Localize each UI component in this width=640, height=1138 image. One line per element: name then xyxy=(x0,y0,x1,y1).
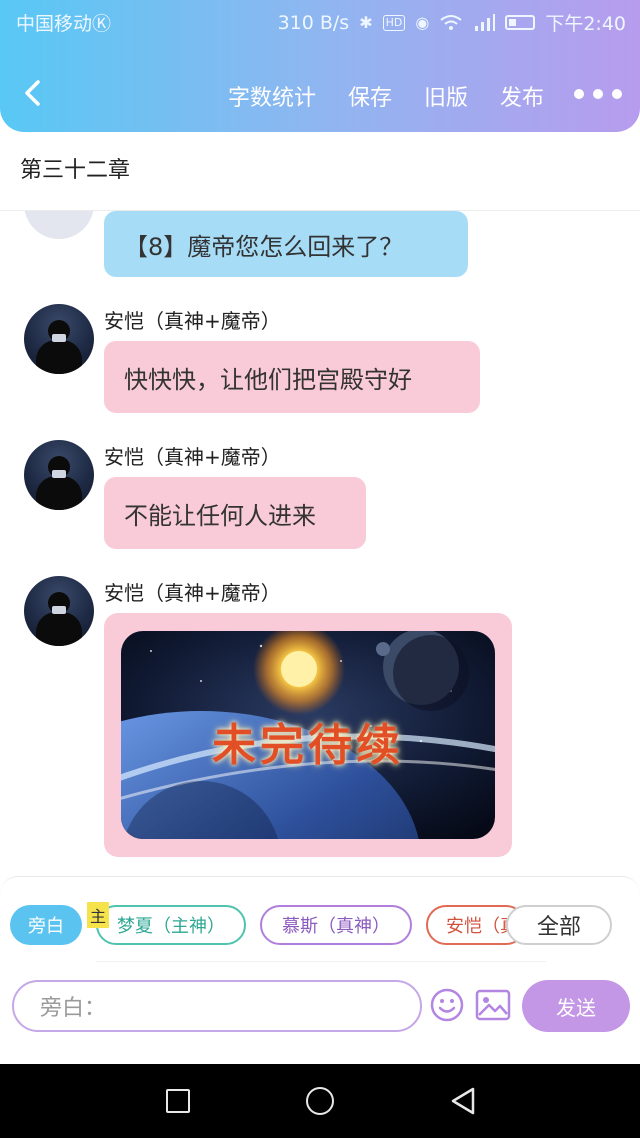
old-version-button[interactable]: 旧版 xyxy=(424,80,468,112)
all-roles-button[interactable]: 全部 xyxy=(506,905,612,945)
sender-name: 安恺（真神+魔帝） xyxy=(104,581,281,605)
divider xyxy=(96,961,546,962)
avatar[interactable] xyxy=(24,576,94,646)
carrier-badge: Ⓚ xyxy=(92,13,112,35)
nav-bar: 字数统计 保存 旧版 发布 xyxy=(0,66,640,126)
message-input[interactable]: 旁白： xyxy=(12,980,422,1032)
chapter-title: 第三十二章 xyxy=(20,158,131,183)
message-image[interactable]: 未完待续 xyxy=(121,631,495,839)
system-nav-bar xyxy=(0,1064,640,1138)
message-bubble[interactable]: 快快快，让他们把宫殿守好 xyxy=(104,341,480,413)
signal-icon xyxy=(475,13,496,31)
role-chip[interactable]: 慕斯（真神） xyxy=(260,905,412,945)
sender-name: 安恺（真神+魔帝） xyxy=(104,445,281,469)
image-caption: 未完待续 xyxy=(212,720,404,771)
word-count-button[interactable]: 字数统计 xyxy=(228,80,316,112)
network-speed: 310 B/s xyxy=(277,11,350,34)
eye-icon: ◉ xyxy=(415,13,430,32)
image-message-bubble[interactable]: 未完待续 xyxy=(104,613,512,857)
hd-icon: HD xyxy=(382,14,406,31)
recent-apps-icon[interactable] xyxy=(166,1089,190,1113)
nav-actions: 字数统计 保存 旧版 发布 xyxy=(228,80,544,112)
host-tag: 主 xyxy=(87,902,109,928)
home-icon[interactable] xyxy=(306,1087,334,1115)
image-icon[interactable] xyxy=(475,989,511,1021)
carrier-name: 中国移动 xyxy=(16,13,93,35)
message-bubble[interactable]: 【8】魔帝您怎么回来了？ xyxy=(104,211,468,277)
status-time: 下午2:40 xyxy=(545,13,626,35)
status-bar: 中国移动Ⓚ 310 B/s ✱ HD ◉ 下午2:40 xyxy=(0,0,640,44)
message-bubble[interactable]: 不能让任何人进来 xyxy=(104,477,366,549)
input-placeholder: 旁白： xyxy=(40,996,107,1021)
chevron-left-icon[interactable] xyxy=(18,78,48,108)
bluetooth-icon: ✱ xyxy=(359,13,373,32)
status-indicators: 310 B/s ✱ HD ◉ 下午2:40 xyxy=(278,9,626,36)
header: 中国移动Ⓚ 310 B/s ✱ HD ◉ 下午2:40 字数统计 保存 旧版 发… xyxy=(0,0,640,132)
back-triangle-icon[interactable] xyxy=(449,1086,477,1116)
battery-icon xyxy=(505,15,536,30)
avatar[interactable] xyxy=(24,211,94,239)
emoji-icon[interactable] xyxy=(430,988,464,1022)
more-dots-icon[interactable] xyxy=(574,89,622,99)
role-chip-narration[interactable]: 旁白 xyxy=(10,905,82,945)
sender-name: 安恺（真神+魔帝） xyxy=(104,309,281,333)
role-chip[interactable]: 梦夏（主神） xyxy=(96,905,246,945)
publish-button[interactable]: 发布 xyxy=(500,80,544,112)
status-carrier-group: 中国移动Ⓚ xyxy=(16,9,111,36)
send-button[interactable]: 发送 xyxy=(522,980,630,1032)
save-button[interactable]: 保存 xyxy=(348,80,392,112)
composer-panel: 旁白 梦夏（主神） 主 慕斯（真神） 安恺（真神+魔帝） 全部 旁白： 发送 xyxy=(0,876,640,1064)
wifi-icon xyxy=(440,14,462,30)
chat-list[interactable]: 【8】魔帝您怎么回来了？ 安恺（真神+魔帝） 快快快，让他们把宫殿守好 安恺（真… xyxy=(0,211,640,879)
avatar[interactable] xyxy=(24,440,94,510)
avatar[interactable] xyxy=(24,304,94,374)
